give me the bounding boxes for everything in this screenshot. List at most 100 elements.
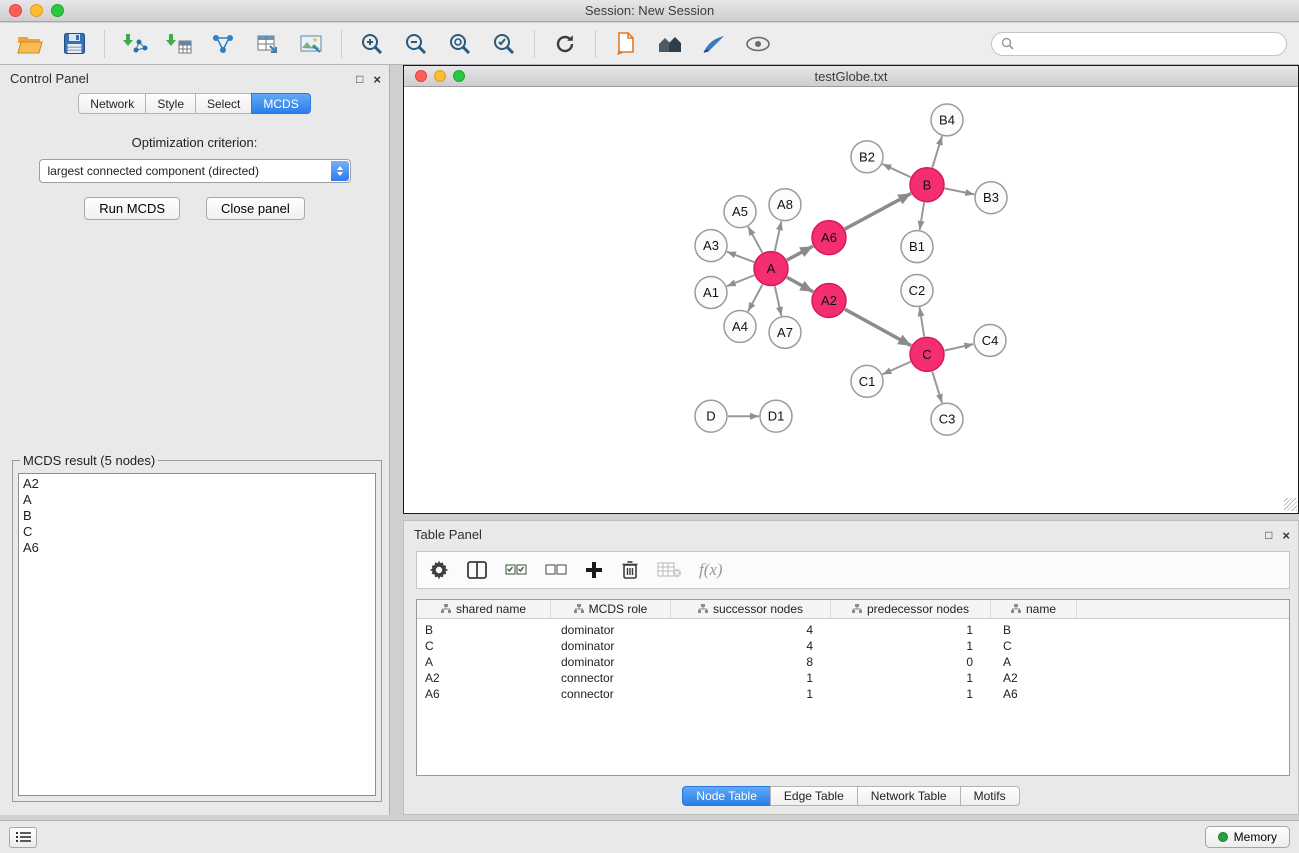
network-window-titlebar[interactable]: testGlobe.txt <box>404 66 1298 87</box>
column-header[interactable]: MCDS role <box>551 600 671 618</box>
network-node-a8[interactable]: A8 <box>769 189 801 221</box>
close-panel-button[interactable]: Close panel <box>206 197 305 220</box>
network-edge[interactable] <box>748 284 763 311</box>
network-node-a4[interactable]: A4 <box>724 310 756 342</box>
panel-splitter[interactable] <box>390 65 403 815</box>
network-node-c1[interactable]: C1 <box>851 365 883 397</box>
criterion-dropdown[interactable]: largest connected component (directed) <box>39 159 351 183</box>
network-canvas[interactable]: B4B2BB3A5A8A6A3B1AC2A1A2A4A7C4CC1DD1C3 <box>404 87 1298 512</box>
table-row[interactable]: Cdominator41C <box>417 638 1289 654</box>
result-item[interactable]: A2 <box>19 476 375 492</box>
close-table-panel-icon[interactable]: × <box>1282 529 1290 542</box>
zoom-fit-button[interactable] <box>442 27 478 61</box>
close-window-icon[interactable] <box>9 4 22 17</box>
close-view-icon[interactable] <box>415 70 427 82</box>
refresh-button[interactable] <box>547 27 583 61</box>
run-mcds-button[interactable]: Run MCDS <box>84 197 180 220</box>
result-item[interactable]: B <box>19 508 375 524</box>
duplicate-document-button[interactable] <box>608 27 644 61</box>
network-node-d[interactable]: D <box>695 400 727 432</box>
network-edge[interactable] <box>727 252 754 262</box>
tab-edge-table[interactable]: Edge Table <box>770 786 858 806</box>
table-row[interactable]: A2connector11A2 <box>417 670 1289 686</box>
network-edge[interactable] <box>945 344 974 350</box>
zoom-out-button[interactable] <box>398 27 434 61</box>
network-edge[interactable] <box>932 136 942 168</box>
minimize-window-icon[interactable] <box>30 4 43 17</box>
show-hide-button[interactable] <box>740 27 776 61</box>
network-edge[interactable] <box>775 221 782 251</box>
add-column-button[interactable] <box>585 555 603 585</box>
network-node-c2[interactable]: C2 <box>901 275 933 307</box>
zoom-selected-button[interactable] <box>486 27 522 61</box>
search-input[interactable] <box>1019 37 1277 51</box>
network-edge[interactable] <box>920 203 924 230</box>
network-node-a2[interactable]: A2 <box>812 284 846 318</box>
network-node-a7[interactable]: A7 <box>769 316 801 348</box>
network-node-a[interactable]: A <box>754 252 788 286</box>
table-row[interactable]: Bdominator41B <box>417 622 1289 638</box>
tab-motifs[interactable]: Motifs <box>960 786 1020 806</box>
network-node-b3[interactable]: B3 <box>975 182 1007 214</box>
zoom-view-icon[interactable] <box>453 70 465 82</box>
float-panel-icon[interactable]: □ <box>356 73 363 85</box>
tab-mcds[interactable]: MCDS <box>251 93 310 114</box>
table-row[interactable]: Adominator80A <box>417 654 1289 670</box>
column-header[interactable]: shared name <box>417 600 551 618</box>
zoom-window-icon[interactable] <box>51 4 64 17</box>
network-node-b1[interactable]: B1 <box>901 231 933 263</box>
network-edge[interactable] <box>775 286 782 316</box>
network-edge[interactable] <box>787 277 813 292</box>
network-graph[interactable]: B4B2BB3A5A8A6A3B1AC2A1A2A4A7C4CC1DD1C3 <box>404 87 1298 512</box>
network-node-b4[interactable]: B4 <box>931 104 963 136</box>
network-edge[interactable] <box>727 275 755 286</box>
network-edge[interactable] <box>932 372 942 404</box>
network-node-b[interactable]: B <box>910 168 944 202</box>
save-session-button[interactable] <box>56 27 92 61</box>
network-edge[interactable] <box>787 246 813 260</box>
deselect-all-button[interactable] <box>545 555 567 585</box>
tab-style[interactable]: Style <box>145 93 196 114</box>
float-table-panel-icon[interactable]: □ <box>1265 529 1272 541</box>
network-node-c[interactable]: C <box>910 337 944 371</box>
function-builder-button[interactable]: f(x) <box>699 555 723 585</box>
table-mode-button[interactable] <box>429 555 449 585</box>
export-image-button[interactable] <box>293 27 329 61</box>
clone-network-button[interactable] <box>205 27 241 61</box>
network-edge[interactable] <box>883 362 911 375</box>
tab-network[interactable]: Network <box>78 93 146 114</box>
network-node-c4[interactable]: C4 <box>974 324 1006 356</box>
home-button[interactable] <box>652 27 688 61</box>
delete-column-button[interactable] <box>621 555 639 585</box>
tab-node-table[interactable]: Node Table <box>682 786 771 806</box>
tab-select[interactable]: Select <box>195 93 252 114</box>
network-node-d1[interactable]: D1 <box>760 400 792 432</box>
resize-grip[interactable] <box>1284 498 1297 511</box>
select-all-button[interactable] <box>505 555 527 585</box>
network-node-a6[interactable]: A6 <box>812 221 846 255</box>
mcds-result-list[interactable]: A2ABCA6 <box>18 473 376 796</box>
column-header[interactable]: predecessor nodes <box>831 600 991 618</box>
network-edge[interactable] <box>845 193 911 229</box>
network-edge[interactable] <box>748 227 762 253</box>
network-edge[interactable] <box>945 188 975 194</box>
table-row[interactable]: A6connector11A6 <box>417 686 1289 702</box>
network-node-a1[interactable]: A1 <box>695 277 727 309</box>
show-panels-button[interactable] <box>9 827 37 848</box>
zoom-in-button[interactable] <box>354 27 390 61</box>
network-node-b2[interactable]: B2 <box>851 141 883 173</box>
show-columns-button[interactable] <box>467 555 487 585</box>
column-header[interactable]: name <box>991 600 1077 618</box>
network-node-c3[interactable]: C3 <box>931 403 963 435</box>
search-field[interactable] <box>991 32 1287 56</box>
minimize-view-icon[interactable] <box>434 70 446 82</box>
network-edge[interactable] <box>882 164 910 177</box>
result-item[interactable]: A <box>19 492 375 508</box>
memory-button[interactable]: Memory <box>1205 826 1290 848</box>
network-edge[interactable] <box>845 309 911 346</box>
column-header[interactable]: successor nodes <box>671 600 831 618</box>
import-network-file-button[interactable] <box>117 27 153 61</box>
delete-table-button[interactable] <box>657 555 681 585</box>
network-node-a5[interactable]: A5 <box>724 196 756 228</box>
tab-network-table[interactable]: Network Table <box>857 786 961 806</box>
